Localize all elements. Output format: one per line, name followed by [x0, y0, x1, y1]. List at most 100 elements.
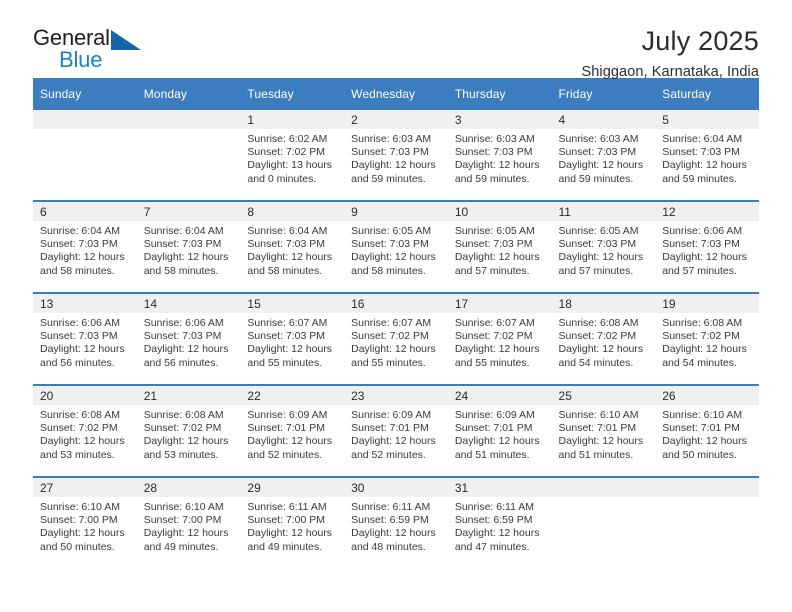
- day-sun-info: Sunrise: 6:04 AM Sunset: 7:03 PM Daylight:…: [137, 221, 241, 278]
- general-blue-logo[interactable]: General Blue: [33, 27, 153, 75]
- sunset-text: Sunset: 7:02 PM: [662, 330, 740, 343]
- day-cell-inner: 20 Sunrise: 6:08 AM Sunset: 7:02 PM Dayligh…: [33, 386, 137, 476]
- calendar-day-cell[interactable]: 10 Sunrise: 6:05 AM Sunset: 7:03 PM Dayligh…: [447, 200, 552, 293]
- day-cell-inner: 30 Sunrise: 6:11 AM Sunset: 6:59 PM Dayligh…: [344, 478, 448, 568]
- sunset-text: Sunset: 7:02 PM: [558, 330, 637, 343]
- day-cell-inner: 13 Sunrise: 6:06 AM Sunset: 7:03 PM Dayligh…: [33, 294, 137, 384]
- day-cell-inner: 11 Sunrise: 6:05 AM Sunset: 7:03 PM Dayligh…: [551, 202, 656, 292]
- day-number: 17: [447, 294, 552, 313]
- daylight-text: Daylight: 12 hours and 52 minutes.: [351, 435, 436, 461]
- calendar-day-cell[interactable]: 5 Sunrise: 6:04 AM Sunset: 7:03 PM Daylight…: [655, 110, 759, 201]
- day-sun-info: Sunrise: 6:06 AM Sunset: 7:03 PM Daylight:…: [33, 313, 137, 370]
- sunrise-text: Sunrise: 6:05 AM: [351, 225, 432, 237]
- logo-triangle-icon: [111, 30, 141, 50]
- weekday-header-thursday: Thursday: [447, 78, 552, 110]
- daylight-text: Daylight: 13 hours and 0 minutes.: [247, 159, 333, 185]
- calendar-day-cell[interactable]: 29 Sunrise: 6:11 AM Sunset: 7:00 PM Dayligh…: [240, 476, 345, 568]
- location-subtitle: Shiggaon, Karnataka, India: [581, 64, 759, 81]
- calendar-week-row: 20 Sunrise: 6:08 AM Sunset: 7:02 PM Dayligh…: [33, 384, 759, 477]
- daylight-text: Daylight: 12 hours and 59 minutes.: [558, 159, 644, 185]
- daylight-text: Daylight: 12 hours and 48 minutes.: [351, 527, 436, 553]
- sunrise-text: Sunrise: 6:10 AM: [40, 501, 120, 513]
- day-sun-info: Sunrise: 6:04 AM Sunset: 7:03 PM Daylight:…: [655, 129, 759, 186]
- calendar-header-row: Sunday Monday Tuesday Wednesday Thursday Frid…: [33, 78, 759, 110]
- calendar-day-cell[interactable]: 16 Sunrise: 6:07 AM Sunset: 7:02 PM Dayligh…: [344, 292, 448, 385]
- day-number: 2: [344, 110, 448, 129]
- calendar-day-cell[interactable]: 22 Sunrise: 6:09 AM Sunset: 7:01 PM Dayligh…: [240, 384, 345, 477]
- daylight-text: Daylight: 12 hours and 58 minutes.: [247, 251, 333, 277]
- day-cell-inner: 7 Sunrise: 6:04 AM Sunset: 7:03 PM Daylight…: [136, 202, 241, 292]
- calendar-day-cell[interactable]: 6 Sunrise: 6:04 AM Sunset: 7:03 PM Daylight…: [33, 200, 137, 293]
- day-sun-info: Sunrise: 6:06 AM Sunset: 7:03 PM Daylight:…: [137, 313, 241, 370]
- day-number: 14: [136, 294, 241, 313]
- calendar-day-cell[interactable]: 9 Sunrise: 6:05 AM Sunset: 7:03 PM Daylight…: [344, 200, 448, 293]
- calendar-day-cell[interactable]: 11 Sunrise: 6:05 AM Sunset: 7:03 PM Dayligh…: [551, 200, 656, 293]
- calendar-day-cell[interactable]: 14 Sunrise: 6:06 AM Sunset: 7:03 PM Dayligh…: [136, 292, 241, 385]
- calendar-day-cell[interactable]: 8 Sunrise: 6:04 AM Sunset: 7:03 PM Daylight…: [240, 200, 345, 293]
- calendar-day-cell[interactable]: 24 Sunrise: 6:09 AM Sunset: 7:01 PM Dayligh…: [447, 384, 552, 477]
- day-cell-inner: 15 Sunrise: 6:07 AM Sunset: 7:03 PM Dayligh…: [240, 294, 345, 384]
- sunrise-text: Sunrise: 6:11 AM: [454, 501, 534, 513]
- sunset-text: Sunset: 7:03 PM: [662, 238, 740, 251]
- day-cell-inner: 18 Sunrise: 6:08 AM Sunset: 7:02 PM Dayligh…: [551, 294, 656, 384]
- daylight-text: Daylight: 12 hours and 58 minutes.: [143, 251, 229, 277]
- day-sun-info: Sunrise: 6:09 AM Sunset: 7:01 PM Daylight:…: [448, 405, 552, 462]
- sunset-text: Sunset: 6:59 PM: [351, 514, 429, 527]
- sunset-text: Sunset: 7:01 PM: [662, 422, 740, 435]
- calendar-day-cell-empty: [655, 476, 759, 568]
- day-number: 23: [344, 386, 448, 405]
- calendar-day-cell[interactable]: 31 Sunrise: 6:11 AM Sunset: 6:59 PM Dayligh…: [447, 476, 552, 568]
- calendar-day-cell[interactable]: 4 Sunrise: 6:03 AM Sunset: 7:03 PM Daylight…: [551, 110, 656, 201]
- sunrise-text: Sunrise: 6:08 AM: [143, 409, 224, 421]
- day-sun-info: Sunrise: 6:02 AM Sunset: 7:02 PM Daylight:…: [240, 129, 344, 186]
- calendar-day-cell[interactable]: 15 Sunrise: 6:07 AM Sunset: 7:03 PM Dayligh…: [240, 292, 345, 385]
- sunset-text: Sunset: 7:00 PM: [40, 514, 118, 527]
- calendar-day-cell[interactable]: 21 Sunrise: 6:08 AM Sunset: 7:02 PM Dayligh…: [136, 384, 241, 477]
- calendar-day-cell[interactable]: 12 Sunrise: 6:06 AM Sunset: 7:03 PM Dayligh…: [655, 200, 759, 293]
- daylight-text: Daylight: 12 hours and 56 minutes.: [40, 343, 125, 369]
- sunrise-text: Sunrise: 6:08 AM: [558, 317, 639, 329]
- day-sun-info: Sunrise: 6:09 AM Sunset: 7:01 PM Daylight:…: [344, 405, 448, 462]
- day-number: 5: [655, 110, 759, 129]
- calendar-day-cell[interactable]: 3 Sunrise: 6:03 AM Sunset: 7:03 PM Daylight…: [447, 110, 552, 201]
- calendar-day-cell[interactable]: 19 Sunrise: 6:08 AM Sunset: 7:02 PM Dayligh…: [655, 292, 759, 385]
- calendar-day-cell[interactable]: 28 Sunrise: 6:10 AM Sunset: 7:00 PM Dayligh…: [136, 476, 241, 568]
- sunset-text: Sunset: 7:02 PM: [351, 330, 429, 343]
- sunrise-text: Sunrise: 6:06 AM: [662, 225, 743, 237]
- calendar-day-cell[interactable]: 25 Sunrise: 6:10 AM Sunset: 7:01 PM Dayligh…: [551, 384, 656, 477]
- calendar-day-cell[interactable]: 27 Sunrise: 6:10 AM Sunset: 7:00 PM Dayligh…: [33, 476, 137, 568]
- calendar-day-cell[interactable]: 7 Sunrise: 6:04 AM Sunset: 7:03 PM Daylight…: [136, 200, 241, 293]
- sunrise-text: Sunrise: 6:09 AM: [247, 409, 328, 421]
- weekday-header-sunday: Sunday: [33, 78, 137, 110]
- sunset-text: Sunset: 6:59 PM: [454, 514, 533, 527]
- daylight-text: Daylight: 12 hours and 59 minutes.: [662, 159, 747, 185]
- sunset-text: Sunset: 7:00 PM: [143, 514, 222, 527]
- day-sun-info: Sunrise: 6:11 AM Sunset: 7:00 PM Daylight:…: [240, 497, 344, 554]
- day-sun-info: Sunrise: 6:03 AM Sunset: 7:03 PM Daylight:…: [448, 129, 552, 186]
- day-cell-inner: 5 Sunrise: 6:04 AM Sunset: 7:03 PM Daylight…: [655, 110, 759, 200]
- calendar-day-cell[interactable]: 20 Sunrise: 6:08 AM Sunset: 7:02 PM Dayligh…: [33, 384, 137, 477]
- day-cell-inner: [33, 110, 137, 200]
- daylight-text: Daylight: 12 hours and 57 minutes.: [454, 251, 540, 277]
- calendar-day-cell[interactable]: 30 Sunrise: 6:11 AM Sunset: 6:59 PM Dayligh…: [344, 476, 448, 568]
- calendar-day-cell[interactable]: 1 Sunrise: 6:02 AM Sunset: 7:02 PM Daylight…: [240, 110, 345, 201]
- calendar-week-row: 6 Sunrise: 6:04 AM Sunset: 7:03 PM Daylight…: [33, 200, 759, 293]
- calendar-day-cell[interactable]: 26 Sunrise: 6:10 AM Sunset: 7:01 PM Dayligh…: [655, 384, 759, 477]
- day-cell-inner: 3 Sunrise: 6:03 AM Sunset: 7:03 PM Daylight…: [447, 110, 552, 200]
- day-number: 12: [655, 202, 759, 221]
- calendar-day-cell[interactable]: 17 Sunrise: 6:07 AM Sunset: 7:02 PM Dayligh…: [447, 292, 552, 385]
- day-cell-inner: 25 Sunrise: 6:10 AM Sunset: 7:01 PM Dayligh…: [551, 386, 656, 476]
- calendar-day-cell[interactable]: 13 Sunrise: 6:06 AM Sunset: 7:03 PM Dayligh…: [33, 292, 137, 385]
- daylight-text: Daylight: 12 hours and 57 minutes.: [558, 251, 644, 277]
- daylight-text: Daylight: 12 hours and 58 minutes.: [351, 251, 436, 277]
- sunset-text: Sunset: 7:03 PM: [558, 238, 637, 251]
- day-cell-inner: [655, 478, 759, 568]
- calendar-day-cell[interactable]: 23 Sunrise: 6:09 AM Sunset: 7:01 PM Dayligh…: [344, 384, 448, 477]
- sunset-text: Sunset: 7:03 PM: [351, 146, 429, 159]
- sunset-text: Sunset: 7:00 PM: [247, 514, 326, 527]
- weekday-header-wednesday: Wednesday: [344, 78, 448, 110]
- calendar-day-cell[interactable]: 18 Sunrise: 6:08 AM Sunset: 7:02 PM Dayligh…: [551, 292, 656, 385]
- page-title: July 2025: [641, 26, 759, 56]
- sunrise-sunset-calendar: Sunday Monday Tuesday Wednesday Thursday Frid…: [33, 78, 759, 568]
- calendar-day-cell[interactable]: 2 Sunrise: 6:03 AM Sunset: 7:03 PM Daylight…: [344, 110, 448, 201]
